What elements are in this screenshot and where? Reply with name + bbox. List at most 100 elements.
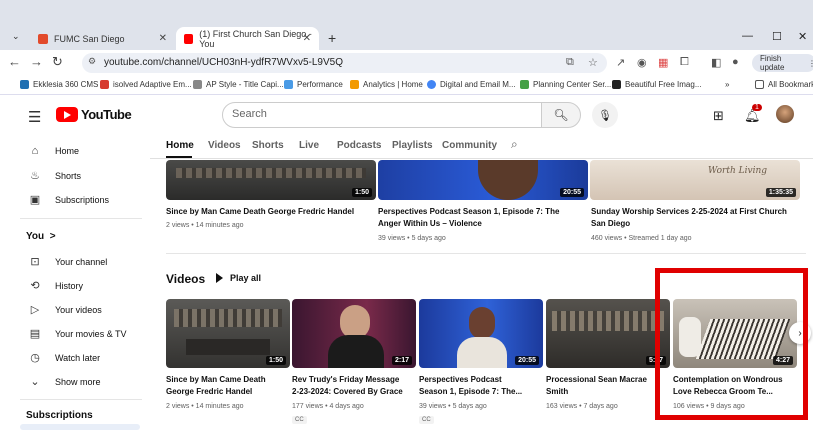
sidebar-item-home[interactable]: ⌂ Home	[28, 145, 79, 157]
history-icon: ⟲	[30, 280, 40, 292]
video-thumbnail[interactable]: 2:17	[292, 299, 416, 368]
bookmark-star-icon[interactable]: ☆	[588, 56, 598, 69]
sidebar-divider	[20, 399, 142, 400]
speaker-body	[328, 335, 384, 368]
search-button[interactable]: 🔍︎	[541, 102, 581, 128]
clock-icon: ◷	[30, 352, 40, 364]
sidebar-item-shorts[interactable]: ♨ Shorts	[28, 169, 81, 182]
video-title[interactable]: Perspectives Podcast Season 1, Episode 7…	[378, 206, 578, 230]
forward-button[interactable]: →	[30, 54, 43, 69]
video-thumbnail[interactable]: 1:50	[166, 299, 290, 368]
site-info-icon[interactable]: ⚙	[88, 56, 96, 67]
reload-button[interactable]: ↻	[52, 54, 63, 70]
bookmark-analytics[interactable]: Analytics | Home	[350, 80, 423, 89]
tab-search-chevron-icon[interactable]: ⌄	[12, 31, 20, 42]
sidebar-item-history[interactable]: ⟲ History	[28, 279, 83, 292]
video-duration: 1:35:35	[765, 188, 796, 197]
account-avatar[interactable]	[776, 105, 794, 123]
more-bookmarks-chevron-icon[interactable]: »	[725, 80, 729, 89]
closed-captions-badge: CC	[292, 416, 307, 424]
video-title[interactable]: Processional Sean Macrae Smith	[546, 374, 670, 398]
close-window-button[interactable]: ✕	[798, 30, 807, 43]
profile-icon[interactable]: ●	[732, 56, 739, 68]
close-tab-icon[interactable]: ✕	[159, 33, 167, 44]
browser-tab-youtube[interactable]: (1) First Church San Diego - You ✕	[176, 27, 319, 50]
movies-icon: ▤	[29, 328, 41, 340]
video-duration: 2:17	[391, 356, 412, 365]
search-placeholder: Search	[232, 108, 267, 120]
bookmark-digital-email[interactable]: Digital and Email M...	[427, 80, 516, 89]
video-thumbnail[interactable]: 20:55	[419, 299, 543, 368]
performance-icon	[284, 80, 293, 89]
video-title[interactable]: Since by Man Came Death George Fredric Ha…	[166, 374, 290, 398]
chancel-floor	[186, 339, 270, 355]
new-tab-button[interactable]: +	[328, 30, 336, 46]
bookmark-beautiful-free-images[interactable]: Beautiful Free Imag...	[612, 80, 701, 89]
video-thumbnail[interactable]: 20:55	[378, 160, 588, 200]
analytics-icon	[350, 80, 359, 89]
video-thumbnail[interactable]: 1:50	[166, 160, 376, 200]
choir-lofts	[174, 309, 282, 327]
sidebar-item-your-videos[interactable]: ▷ Your videos	[28, 303, 102, 316]
side-panel-icon[interactable]: ◧	[711, 56, 721, 69]
minimize-window-button[interactable]: —	[742, 30, 753, 42]
tab-live[interactable]: Live	[299, 140, 319, 151]
sidebar-subscription-item[interactable]	[20, 424, 140, 430]
finish-update-button[interactable]: Finish update ⋮	[752, 54, 813, 72]
videos-icon: ▷	[30, 304, 40, 316]
ap-style-icon	[193, 80, 202, 89]
extension-icon[interactable]: ▦	[658, 56, 668, 69]
tab-shorts[interactable]: Shorts	[252, 140, 284, 151]
sidebar-item-your-channel[interactable]: ⊡ Your channel	[28, 255, 107, 268]
youtube-favicon-icon	[184, 33, 194, 44]
maximize-window-button[interactable]: ☐	[772, 30, 782, 43]
bookmark-planning-center[interactable]: Planning Center Ser...	[520, 80, 611, 89]
video-title[interactable]: Perspectives Podcast Season 1, Episode 7:…	[419, 374, 543, 398]
extension-pin-icon[interactable]: ↗	[616, 56, 625, 69]
channel-search-icon[interactable]: ⌕	[511, 137, 518, 152]
bookmark-isolved[interactable]: isolved Adaptive Em...	[100, 80, 192, 89]
bookmark-performance[interactable]: Performance	[284, 80, 343, 89]
tab-title: (1) First Church San Diego - You	[199, 28, 312, 49]
play-all-button[interactable]: Play all	[216, 273, 261, 283]
extensions-puzzle-icon[interactable]: ⧠	[680, 56, 689, 69]
sidebar-divider	[20, 218, 142, 219]
search-input[interactable]	[222, 102, 542, 128]
video-duration: 1:50	[265, 356, 286, 365]
bookmark-ekklesia[interactable]: Ekklesia 360 CMS	[20, 80, 98, 89]
install-app-icon[interactable]: ⧉	[566, 56, 574, 69]
section-divider	[166, 253, 806, 254]
sidebar-item-your-movies[interactable]: ▤ Your movies & TV	[28, 327, 127, 340]
highlight-annotation-box	[655, 268, 808, 420]
browser-tab-fumc[interactable]: FUMC San Diego ✕	[30, 27, 175, 50]
tab-community[interactable]: Community	[442, 140, 497, 151]
shorts-icon: ♨	[30, 170, 40, 182]
tab-home[interactable]: Home	[166, 140, 194, 151]
tab-podcasts[interactable]: Podcasts	[337, 140, 381, 151]
video-title[interactable]: Rev Trudy's Friday Message 2-23-2024: Cov…	[292, 374, 416, 398]
bookmark-ap-style[interactable]: AP Style - Title Capi...	[193, 80, 284, 89]
create-video-icon[interactable]: ⊞	[713, 108, 724, 124]
google-icon	[427, 80, 436, 89]
camera-extension-icon[interactable]: ◉	[637, 56, 647, 69]
video-title[interactable]: Sunday Worship Services 2-25-2024 at Fir…	[591, 206, 796, 230]
back-button[interactable]: ←	[8, 54, 21, 69]
video-thumbnail[interactable]: 5:07	[546, 299, 670, 368]
videos-section-title[interactable]: Videos	[166, 272, 205, 286]
speaker-face	[340, 305, 370, 339]
channel-icon: ⊡	[30, 256, 40, 268]
sidebar-item-subscriptions[interactable]: ▣ Subscriptions	[28, 193, 109, 206]
hamburger-menu-icon[interactable]: ☰	[28, 108, 41, 126]
sidebar-item-watch-later[interactable]: ◷ Watch later	[28, 351, 100, 364]
all-bookmarks-folder[interactable]: All Bookmarks	[755, 80, 813, 89]
tab-playlists[interactable]: Playlists	[392, 140, 433, 151]
sidebar-item-show-more[interactable]: ⌄ Show more	[28, 375, 100, 388]
sidebar-you-heading[interactable]: You >	[26, 231, 56, 242]
video-thumbnail[interactable]: Worth Living 1:35:35	[590, 160, 800, 200]
youtube-logo[interactable]: YouTube	[56, 107, 132, 122]
voice-search-button[interactable]: 🎙︎	[592, 102, 618, 128]
video-title[interactable]: Since by Man Came Death George Fredric H…	[166, 206, 374, 218]
tab-videos[interactable]: Videos	[208, 140, 241, 151]
close-tab-icon[interactable]: ✕	[303, 33, 311, 44]
video-duration: 20:55	[560, 188, 584, 197]
